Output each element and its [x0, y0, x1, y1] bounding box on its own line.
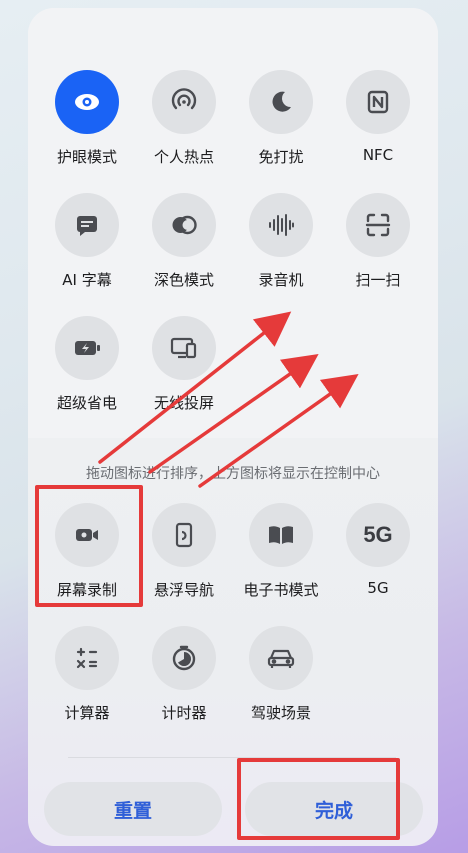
- dark-mode-icon: [152, 193, 216, 257]
- tile-do-not-disturb[interactable]: 免打扰: [232, 70, 330, 167]
- tile-label: 超级省电: [56, 394, 117, 412]
- sort-hint: 拖动图标进行排序，上方图标将显示在控制中心: [86, 466, 380, 482]
- nfc-icon: [346, 70, 410, 134]
- tile-label: AI 字幕: [62, 271, 112, 289]
- reset-button[interactable]: 重置: [44, 782, 222, 836]
- battery-saver-icon: [55, 316, 119, 380]
- tile-label: 驾驶场景: [250, 704, 311, 722]
- tile-eye-protection[interactable]: 护眼模式: [38, 70, 136, 167]
- scan-icon: [346, 193, 410, 257]
- screen-recording-highlight-box: [35, 485, 143, 607]
- tile-wireless-projection[interactable]: 无线投屏: [135, 316, 233, 413]
- cast-icon: [152, 316, 216, 380]
- eye-icon: [55, 70, 119, 134]
- tile-recorder[interactable]: 录音机: [232, 193, 330, 290]
- timer-icon: [152, 626, 216, 690]
- tile-label: 个人热点: [153, 148, 214, 166]
- 5g-glyph: 5G: [363, 522, 393, 547]
- tile-ebook-mode[interactable]: 电子书模式: [232, 503, 330, 600]
- 5g-icon: 5G: [346, 503, 410, 567]
- tile-label: 计算器: [64, 704, 110, 722]
- tile-super-power-saving[interactable]: 超级省电: [38, 316, 136, 413]
- tile-label: 深色模式: [153, 271, 214, 289]
- tile-driving-scene[interactable]: 驾驶场景: [232, 626, 330, 723]
- tile-nfc[interactable]: NFC: [329, 70, 427, 164]
- tile-label: 录音机: [258, 271, 304, 289]
- tile-label: 免打扰: [258, 148, 304, 166]
- tile-scan[interactable]: 扫一扫: [329, 193, 427, 290]
- tile-label: 5G: [367, 579, 389, 597]
- floating-nav-icon: [152, 503, 216, 567]
- tile-5g[interactable]: 5G 5G: [329, 503, 427, 597]
- tile-hotspot[interactable]: 个人热点: [135, 70, 233, 167]
- tile-timer[interactable]: 计时器: [135, 626, 233, 723]
- subtitle-icon: [55, 193, 119, 257]
- car-icon: [249, 626, 313, 690]
- tile-label: 计时器: [161, 704, 207, 722]
- tile-label: 电子书模式: [243, 581, 319, 599]
- hotspot-icon: [152, 70, 216, 134]
- tile-label: 悬浮导航: [153, 581, 214, 599]
- tile-dark-mode[interactable]: 深色模式: [135, 193, 233, 290]
- recorder-icon: [249, 193, 313, 257]
- tile-label: 护眼模式: [56, 148, 117, 166]
- tile-label: 扫一扫: [355, 271, 401, 289]
- control-center-edit-panel: 护眼模式 个人热点 免打扰 NFC AI 字幕 深色模式 录音机 扫一扫 超级省…: [28, 8, 438, 846]
- ebook-icon: [249, 503, 313, 567]
- tile-floating-navigation[interactable]: 悬浮导航: [135, 503, 233, 600]
- calculator-icon: [55, 626, 119, 690]
- tile-label: 无线投屏: [153, 394, 214, 412]
- tile-label: NFC: [362, 146, 394, 164]
- moon-icon: [249, 70, 313, 134]
- tile-ai-subtitle[interactable]: AI 字幕: [38, 193, 136, 290]
- tile-calculator[interactable]: 计算器: [38, 626, 136, 723]
- done-highlight-box: [237, 758, 400, 840]
